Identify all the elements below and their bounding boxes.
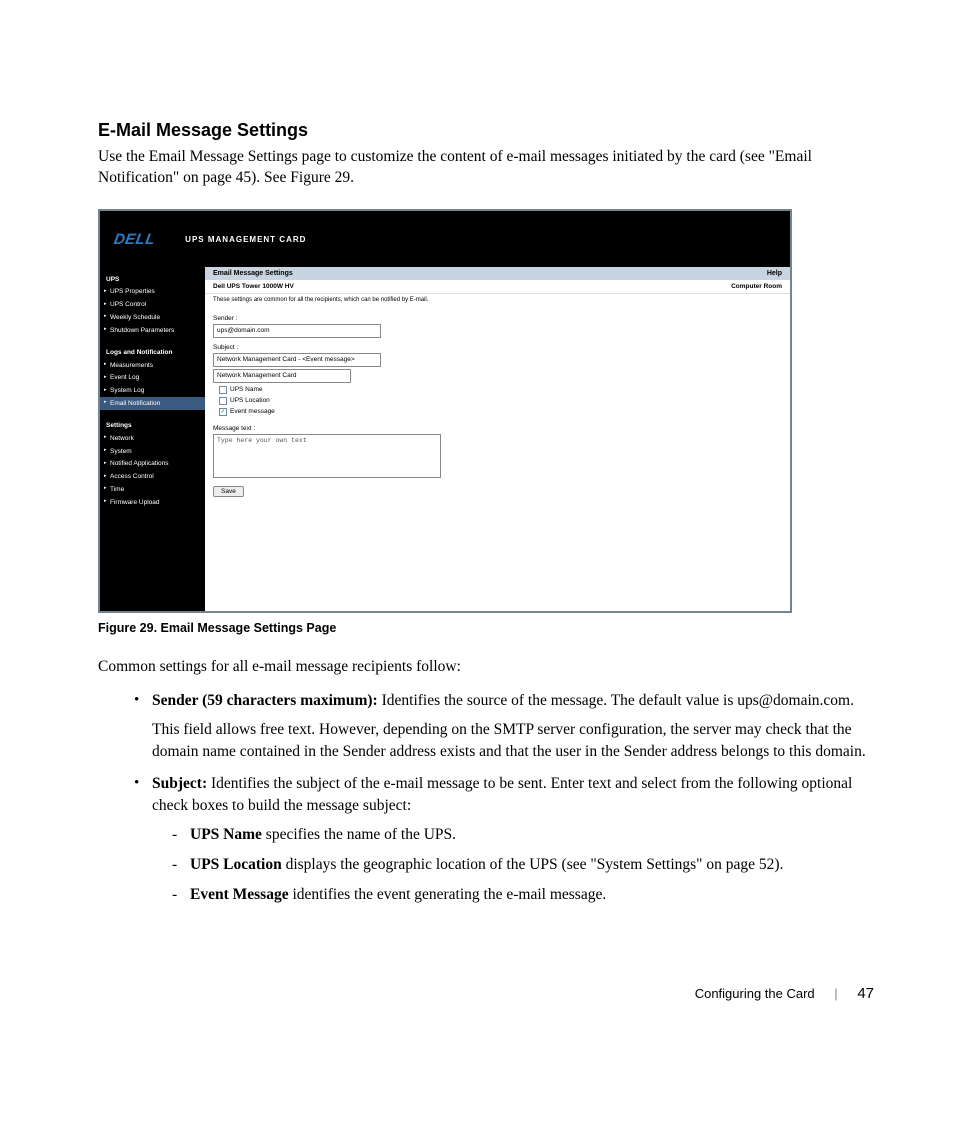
- nav-section-logs: Logs and Notification: [100, 345, 205, 359]
- sub-ups-location-text: displays the geographic location of the …: [282, 856, 784, 873]
- device-location: Computer Room: [731, 283, 782, 290]
- nav-item-system[interactable]: System: [100, 445, 205, 458]
- nav-item-ups-properties[interactable]: UPS Properties: [100, 286, 205, 299]
- app-body: UPS UPS Properties UPS Control Weekly Sc…: [100, 267, 790, 611]
- common-intro: Common settings for all e-mail message r…: [98, 657, 874, 678]
- checkbox-ups-name[interactable]: [219, 386, 227, 394]
- nav-item-event-log[interactable]: Event Log: [100, 372, 205, 385]
- content-header-title: Email Message Settings: [213, 270, 293, 277]
- sub-ups-location-label: UPS Location: [190, 856, 282, 873]
- bullet-sender-text: Identifies the source of the message. Th…: [378, 692, 854, 709]
- bullet-sender-para2: This field allows free text. However, de…: [152, 719, 874, 762]
- checkbox-row-ups-name: UPS Name: [219, 386, 782, 394]
- checkbox-row-ups-location: UPS Location: [219, 397, 782, 405]
- nav-section-ups: UPS: [100, 272, 205, 286]
- intro-paragraph: Use the Email Message Settings page to c…: [98, 147, 874, 189]
- content-subheader: Dell UPS Tower 1000W HV Computer Room: [205, 280, 790, 294]
- sub-ups-name-label: UPS Name: [190, 826, 262, 843]
- subject-label: Subject :: [213, 344, 782, 351]
- content-header: Email Message Settings Help: [205, 267, 790, 280]
- app-shell: DELL UPS MANAGEMENT CARD UPS UPS Propert…: [100, 211, 790, 611]
- bullet-subject-text: Identifies the subject of the e-mail mes…: [152, 775, 852, 814]
- nav-item-measurements[interactable]: Measurements: [100, 359, 205, 372]
- bullet-sender-label: Sender (59 characters maximum):: [152, 692, 378, 709]
- nav-item-ups-control[interactable]: UPS Control: [100, 299, 205, 312]
- footer-section: Configuring the Card: [695, 986, 815, 1001]
- checkbox-ups-location-label: UPS Location: [230, 397, 270, 404]
- page-footer: Configuring the Card | 47: [98, 985, 874, 1002]
- content-note: These settings are common for all the re…: [205, 294, 790, 311]
- section-title: E-Mail Message Settings: [98, 120, 874, 141]
- sub-ups-location: UPS Location displays the geographic loc…: [172, 854, 874, 876]
- subject-input[interactable]: [213, 369, 351, 383]
- page-number: 47: [857, 985, 874, 1002]
- sender-input[interactable]: [213, 324, 381, 338]
- sub-event-message-text: identifies the event generating the e-ma…: [289, 886, 607, 903]
- app-header-title: UPS MANAGEMENT CARD: [185, 235, 306, 244]
- device-name: Dell UPS Tower 1000W HV: [213, 283, 294, 290]
- footer-separator: |: [834, 986, 837, 1001]
- checkbox-event-message-label: Event message: [230, 408, 275, 415]
- nav-item-notified-applications[interactable]: Notified Applications: [100, 458, 205, 471]
- message-textarea[interactable]: Type here your own text: [213, 434, 441, 478]
- nav-item-firmware-upload[interactable]: Firmware Upload: [100, 496, 205, 509]
- sub-ups-name-text: specifies the name of the UPS.: [262, 826, 456, 843]
- content-form: Sender : Subject : UPS Name: [205, 311, 790, 611]
- nav-item-access-control[interactable]: Access Control: [100, 471, 205, 484]
- sub-ups-name: UPS Name specifies the name of the UPS.: [172, 824, 874, 846]
- message-label: Message text :: [213, 425, 782, 432]
- sub-event-message: Event Message identifies the event gener…: [172, 884, 874, 906]
- help-link[interactable]: Help: [767, 270, 782, 277]
- subject-preview-input[interactable]: [213, 353, 381, 367]
- checkbox-ups-location[interactable]: [219, 397, 227, 405]
- app-header: DELL UPS MANAGEMENT CARD: [100, 211, 790, 267]
- sender-label: Sender :: [213, 315, 782, 322]
- sidebar: UPS UPS Properties UPS Control Weekly Sc…: [100, 267, 205, 611]
- nav-item-email-notification[interactable]: Email Notification: [100, 397, 205, 410]
- sub-event-message-label: Event Message: [190, 886, 289, 903]
- sub-bullet-list: UPS Name specifies the name of the UPS. …: [172, 824, 874, 905]
- checkbox-row-event-message: ✓ Event message: [219, 408, 782, 416]
- nav-item-network[interactable]: Network: [100, 432, 205, 445]
- bullet-list: Sender (59 characters maximum): Identifi…: [134, 690, 874, 906]
- nav-item-system-log[interactable]: System Log: [100, 385, 205, 398]
- dell-logo: DELL: [114, 231, 155, 248]
- nav-item-shutdown-parameters[interactable]: Shutdown Parameters: [100, 324, 205, 337]
- bullet-subject-label: Subject:: [152, 775, 207, 792]
- save-button[interactable]: Save: [213, 486, 244, 497]
- nav-section-settings: Settings: [100, 418, 205, 432]
- checkbox-ups-name-label: UPS Name: [230, 386, 263, 393]
- content-area: Email Message Settings Help Dell UPS Tow…: [205, 267, 790, 611]
- checkbox-event-message[interactable]: ✓: [219, 408, 227, 416]
- figure-caption: Figure 29. Email Message Settings Page: [98, 621, 874, 635]
- bullet-sender: Sender (59 characters maximum): Identifi…: [134, 690, 874, 763]
- nav-item-time[interactable]: Time: [100, 483, 205, 496]
- figure-box: DELL UPS MANAGEMENT CARD UPS UPS Propert…: [98, 209, 792, 613]
- bullet-subject: Subject: Identifies the subject of the e…: [134, 773, 874, 905]
- nav-item-weekly-schedule[interactable]: Weekly Schedule: [100, 311, 205, 324]
